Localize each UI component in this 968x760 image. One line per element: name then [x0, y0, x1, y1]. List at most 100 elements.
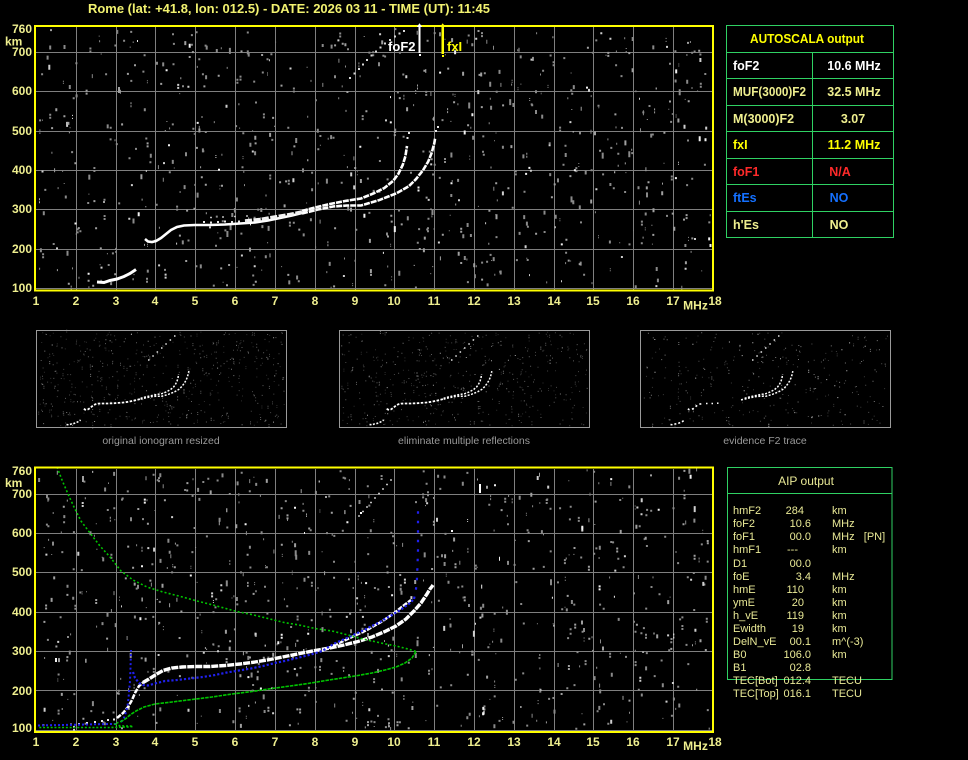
svg-text:7: 7	[272, 735, 279, 749]
svg-text:MHz: MHz	[683, 739, 708, 753]
svg-text:ftEs: ftEs	[733, 191, 757, 205]
svg-text:3.07: 3.07	[841, 112, 865, 126]
svg-text:4: 4	[152, 294, 159, 308]
svg-text:---: ---	[787, 544, 798, 556]
svg-text:km: km	[832, 505, 847, 517]
svg-text:9: 9	[352, 294, 359, 308]
svg-text:TEC[Bot]: TEC[Bot]	[733, 675, 778, 687]
svg-text:km: km	[832, 584, 847, 596]
svg-text:NO: NO	[830, 191, 849, 205]
svg-text:km: km	[832, 610, 847, 622]
svg-text:02.8: 02.8	[790, 662, 811, 674]
svg-text:5: 5	[192, 735, 199, 749]
svg-text:110: 110	[786, 584, 804, 596]
svg-text:foE: foE	[733, 571, 750, 583]
svg-text:17: 17	[666, 294, 680, 308]
svg-text:B0: B0	[733, 649, 746, 661]
svg-text:AUTOSCALA output: AUTOSCALA output	[750, 32, 865, 46]
svg-text:106.0: 106.0	[783, 649, 811, 661]
svg-text:12: 12	[467, 735, 481, 749]
svg-text:17: 17	[666, 735, 680, 749]
svg-text:2: 2	[73, 735, 80, 749]
svg-text:km: km	[832, 597, 847, 609]
svg-text:500: 500	[12, 565, 32, 579]
svg-text:TECU: TECU	[832, 688, 862, 700]
svg-text:N/A: N/A	[829, 165, 851, 179]
svg-text:119: 119	[786, 610, 804, 622]
svg-text:300: 300	[12, 644, 32, 658]
svg-text:600: 600	[12, 84, 32, 98]
svg-text:16: 16	[626, 294, 640, 308]
svg-text:9: 9	[352, 735, 359, 749]
svg-text:6: 6	[232, 735, 239, 749]
svg-text:hmF1: hmF1	[733, 544, 761, 556]
svg-text:10.6: 10.6	[790, 518, 811, 530]
svg-text:13: 13	[507, 735, 521, 749]
svg-text:Rome (lat: +41.8, lon: 012.5): Rome (lat: +41.8, lon: 012.5) - DATE: 20…	[88, 1, 490, 16]
svg-text:m^(-3): m^(-3)	[832, 636, 863, 648]
svg-text:AIP output: AIP output	[778, 474, 834, 488]
svg-text:8: 8	[312, 735, 319, 749]
svg-text:400: 400	[12, 605, 32, 619]
svg-text:3.4: 3.4	[796, 571, 811, 583]
svg-text:TECU: TECU	[832, 675, 862, 687]
svg-text:13: 13	[507, 294, 521, 308]
svg-text:14: 14	[547, 735, 561, 749]
svg-text:00.1: 00.1	[790, 636, 811, 648]
svg-text:km: km	[5, 476, 22, 490]
svg-text:foF1: foF1	[733, 531, 755, 543]
svg-text:7: 7	[272, 294, 279, 308]
svg-text:hmF2: hmF2	[733, 505, 761, 517]
svg-text:NO: NO	[830, 218, 849, 232]
svg-text:11: 11	[428, 735, 441, 749]
svg-text:ymE: ymE	[733, 597, 755, 609]
svg-text:300: 300	[12, 202, 32, 216]
svg-text:B1: B1	[733, 662, 746, 674]
svg-text:h_vE: h_vE	[733, 610, 758, 622]
svg-text:18: 18	[708, 735, 722, 749]
svg-text:200: 200	[12, 242, 32, 256]
svg-text:100: 100	[12, 281, 32, 295]
svg-text:foF1: foF1	[733, 165, 759, 179]
svg-text:2: 2	[73, 294, 80, 308]
svg-text:M(3000)F2: M(3000)F2	[733, 112, 794, 126]
svg-text:19: 19	[792, 623, 804, 635]
svg-text:100: 100	[12, 721, 32, 735]
svg-text:MHz: MHz	[683, 299, 708, 313]
svg-text:3: 3	[113, 294, 120, 308]
svg-text:foF2: foF2	[388, 39, 415, 54]
svg-text:fxI: fxI	[447, 39, 462, 54]
svg-text:11.2 MHz: 11.2 MHz	[828, 138, 881, 152]
svg-text:15: 15	[586, 735, 600, 749]
svg-text:500: 500	[12, 124, 32, 138]
svg-text:eliminate multiple reflections: eliminate multiple reflections	[398, 435, 530, 447]
svg-text:10: 10	[387, 735, 401, 749]
svg-text:10: 10	[387, 294, 401, 308]
svg-text:MHz: MHz	[832, 571, 855, 583]
svg-text:hmE: hmE	[733, 584, 756, 596]
svg-text:6: 6	[232, 294, 239, 308]
svg-text:8: 8	[312, 294, 319, 308]
svg-text:MHz: MHz	[832, 518, 855, 530]
svg-text:original ionogram resized: original ionogram resized	[102, 435, 219, 447]
svg-text:012.4: 012.4	[783, 675, 811, 687]
svg-text:TEC[Top]: TEC[Top]	[733, 688, 779, 700]
svg-text:200: 200	[12, 684, 32, 698]
svg-text:016.1: 016.1	[783, 688, 811, 700]
svg-text:km: km	[5, 35, 22, 49]
svg-text:1: 1	[33, 294, 40, 308]
svg-text:fxI: fxI	[733, 138, 748, 152]
svg-text:foF2: foF2	[733, 59, 759, 73]
svg-text:10.6 MHz: 10.6 MHz	[827, 59, 881, 73]
svg-text:MUF(3000)F2: MUF(3000)F2	[733, 85, 806, 99]
svg-text:foF2: foF2	[733, 518, 755, 530]
svg-text:32.5 MHz: 32.5 MHz	[827, 85, 881, 99]
svg-text:DelN_vE: DelN_vE	[733, 636, 776, 648]
svg-text:km: km	[832, 649, 847, 661]
svg-text:3: 3	[113, 735, 120, 749]
svg-text:evidence F2 trace: evidence F2 trace	[723, 435, 807, 447]
svg-text:20: 20	[792, 597, 804, 609]
svg-text:km: km	[832, 544, 847, 556]
svg-text:600: 600	[12, 526, 32, 540]
svg-text:00.0: 00.0	[790, 558, 811, 570]
